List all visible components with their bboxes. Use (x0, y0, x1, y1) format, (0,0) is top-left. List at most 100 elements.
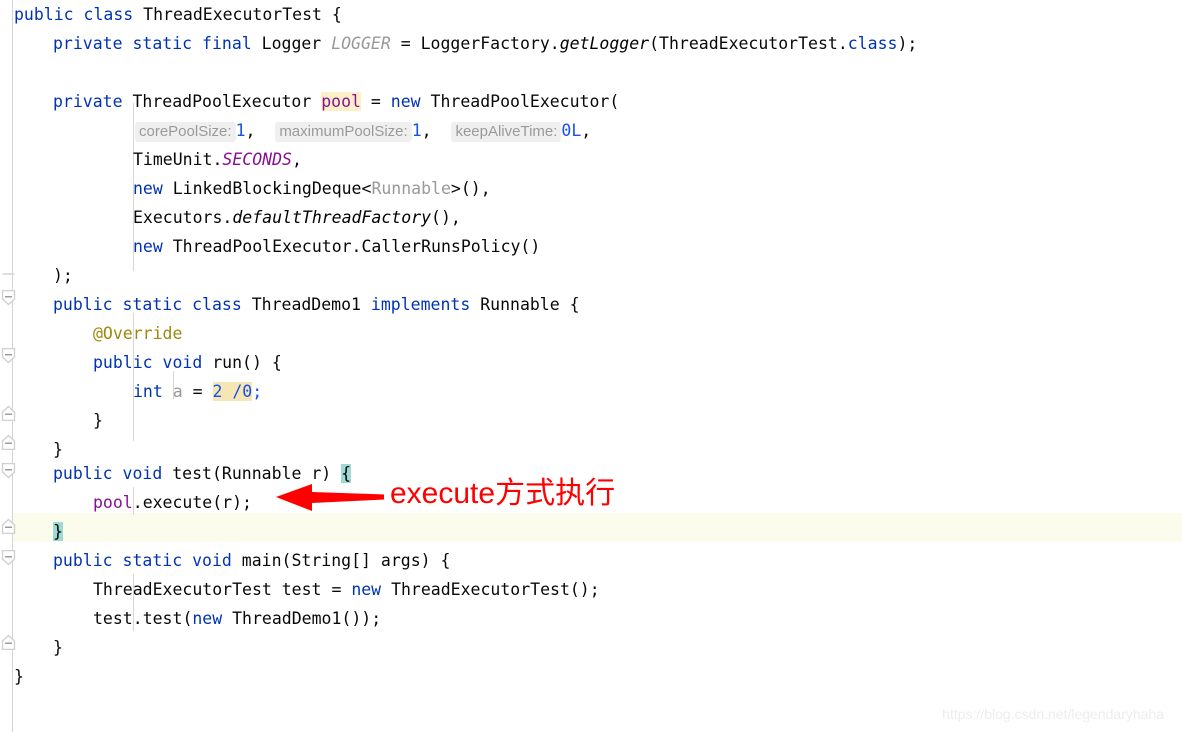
code-content[interactable]: public class ThreadExecutorTest { privat… (0, 0, 1182, 732)
code-line[interactable]: private ThreadPoolExecutor pool = new Th… (53, 87, 619, 116)
param-hint-maximumPoolSize[interactable]: maximumPoolSize: (275, 122, 412, 142)
token-args: (r); (212, 493, 252, 512)
token-type: ThreadPoolExecutor (132, 92, 312, 111)
code-line[interactable]: TimeUnit.SECONDS, (133, 145, 302, 174)
token-type: ThreadExecutorTest (93, 580, 272, 599)
token-keyword: static (132, 34, 193, 53)
code-line[interactable]: ); (53, 261, 73, 290)
code-line[interactable]: new ThreadPoolExecutor.CallerRunsPolicy(… (133, 232, 540, 261)
code-line[interactable]: } (93, 406, 103, 435)
token-class-name: ThreadDemo1 (251, 295, 361, 314)
token-static-field: LOGGER (331, 34, 391, 53)
token-class: ThreadExecutorTest (659, 34, 838, 53)
token-keyword: class (83, 5, 134, 24)
token-method: execute (142, 493, 213, 512)
token-paren: ) (420, 551, 431, 570)
code-editor[interactable]: public class ThreadExecutorTest { privat… (0, 0, 1182, 732)
token-operator: = (400, 34, 411, 53)
code-line[interactable]: int a = 2 /0; (133, 377, 262, 406)
token-dot: . (212, 150, 223, 169)
token-brace: { (440, 551, 451, 570)
code-line[interactable]: } (14, 662, 24, 691)
code-line[interactable]: Executors.defaultThreadFactory(), (133, 203, 461, 232)
token-paren: ( (211, 464, 222, 483)
token-brace: } (93, 411, 103, 430)
token-keyword: int (133, 382, 163, 401)
token-matched-brace[interactable]: { (341, 464, 352, 483)
token-keyword: private (53, 92, 123, 111)
token-keyword: final (202, 34, 252, 53)
token-matched-brace[interactable]: } (53, 522, 63, 541)
token-comma: , (581, 121, 592, 140)
code-line[interactable]: public static class ThreadDemo1 implemen… (53, 290, 580, 319)
token-paren: ( (281, 551, 292, 570)
token-dot: . (222, 208, 233, 227)
token-tail: ); (897, 34, 918, 53)
code-line-parameter-hints[interactable]: corePoolSize: 1, maximumPoolSize: 1, keepA… (135, 116, 591, 145)
code-line[interactable]: public void run() { (93, 348, 282, 377)
token-constructor: ThreadExecutorTest(); (391, 580, 600, 599)
param-hint-keepAliveTime[interactable]: keepAliveTime: (451, 122, 562, 142)
code-line[interactable]: private static final Logger LOGGER = Log… (53, 29, 917, 58)
token-semicolon: ; (252, 382, 263, 401)
token-type: String[] (291, 551, 371, 570)
token-method-name: test (172, 464, 212, 483)
token-tail: >(), (450, 179, 491, 198)
code-line[interactable]: new LinkedBlockingDeque<Runnable>(), (133, 174, 491, 203)
code-line[interactable]: @Override (93, 319, 182, 348)
token-keyword: public (53, 551, 113, 570)
code-line[interactable]: test.test(new ThreadDemo1()); (93, 604, 381, 633)
token-keyword: void (122, 464, 163, 483)
code-line[interactable]: public class ThreadExecutorTest { (14, 0, 342, 29)
token-keyword-new: new (133, 179, 163, 198)
token-keyword-new: new (133, 237, 163, 256)
token-method-name: main (241, 551, 282, 570)
token-tail: () { (242, 353, 282, 372)
token-annotation: @Override (93, 324, 183, 343)
code-line[interactable]: public void test(Runnable r) { (53, 459, 352, 488)
token-local-var: test (281, 580, 322, 599)
code-line[interactable]: ThreadExecutorTest test = new ThreadExec… (93, 575, 600, 604)
code-line[interactable]: pool.execute(r); (93, 488, 252, 517)
token-constructor: ThreadPoolExecutor.CallerRunsPolicy() (172, 237, 541, 256)
token-constructor: ThreadDemo1()); (232, 609, 382, 628)
token-paren: ( (649, 34, 660, 53)
token-keyword: class (192, 295, 242, 314)
token-keyword: public (93, 353, 153, 372)
param-value: 1 (411, 121, 422, 140)
token-brace: } (53, 638, 63, 657)
token-class: LinkedBlockingDeque (172, 179, 362, 198)
token-highlighted-expression[interactable]: 2 /0 (212, 382, 253, 401)
watermark-text: https://blog.csdn.net/legendaryhaha (942, 706, 1164, 722)
token-local-var: test (93, 609, 133, 628)
token-keyword-new: new (192, 609, 223, 628)
token-brace: { (331, 5, 342, 24)
token-keyword: void (162, 353, 203, 372)
token-dot: . (132, 609, 143, 628)
code-line[interactable]: } (53, 517, 63, 546)
token-comma: , (291, 150, 302, 169)
token-constant: SECONDS (222, 150, 292, 169)
token-dot: . (837, 34, 848, 53)
param-hint-corePoolSize[interactable]: corePoolSize: (135, 122, 236, 142)
token-class: LoggerFactory (420, 34, 550, 53)
token-operator: = (192, 382, 203, 401)
code-line[interactable]: } (53, 633, 63, 662)
token-highlighted-identifier[interactable]: pool (321, 92, 361, 111)
token-comma: , (421, 121, 432, 140)
token-parameter: args (380, 551, 421, 570)
token-angle: < (361, 179, 372, 198)
token-method: getLogger (559, 34, 650, 53)
token-keyword: public (53, 464, 113, 483)
code-line[interactable]: public static void main(String[] args) { (53, 546, 450, 575)
token-tail: ); (53, 266, 73, 285)
token-method: defaultThreadFactory (232, 208, 432, 227)
token-paren: ( (182, 609, 193, 628)
token-keyword: void (192, 551, 232, 570)
param-value: 0L (561, 121, 582, 140)
token-method-name: run (212, 353, 243, 372)
token-keyword: static (122, 551, 183, 570)
token-keyword: class (847, 34, 898, 53)
token-keyword: public (53, 295, 113, 314)
token-keyword: implements (370, 295, 471, 314)
